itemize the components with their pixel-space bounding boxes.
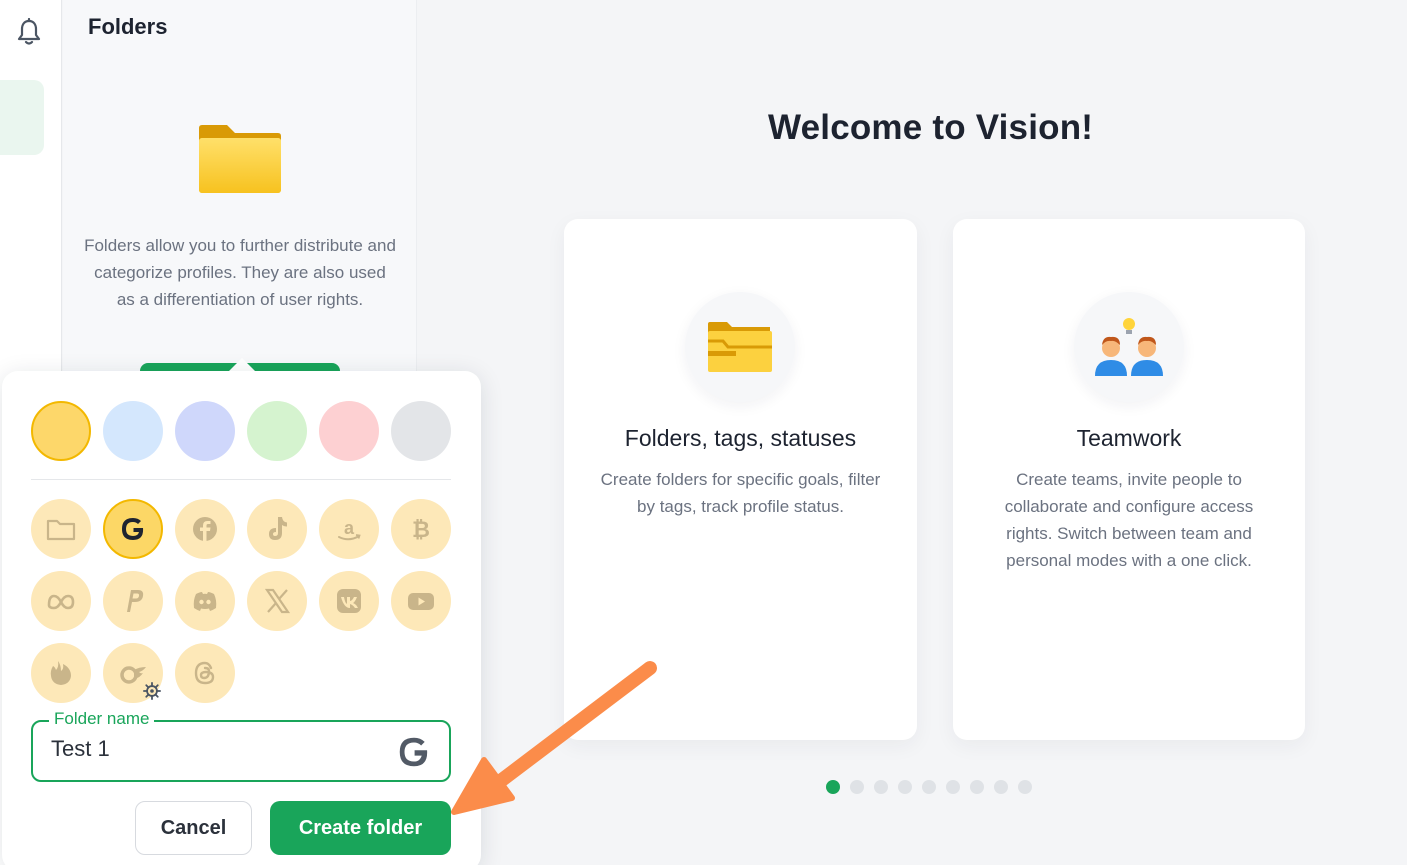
paypal-icon [127, 590, 144, 612]
tinder-icon [50, 661, 71, 685]
threads-icon-option[interactable] [175, 643, 235, 703]
amazon-icon: a [338, 518, 361, 541]
meta-icon [47, 594, 75, 610]
discord-icon [193, 592, 217, 611]
google-icon [122, 518, 144, 540]
card-title: Teamwork [1076, 425, 1182, 451]
carousel-dot[interactable] [994, 780, 1008, 794]
vk-icon [337, 589, 361, 613]
panel-description: Folders allow you to further distribute … [84, 236, 396, 309]
card-description: Create folders for specific goals, filte… [600, 470, 881, 516]
create-folder-popup: a ₿ Folder name Cancel Create [2, 371, 481, 865]
cancel-button[interactable]: Cancel [135, 801, 252, 855]
bell-icon[interactable] [16, 18, 42, 46]
carousel-dot[interactable] [1018, 780, 1032, 794]
card-icon-circle [1074, 292, 1184, 402]
bitcoin-icon: ₿ [412, 517, 430, 542]
color-swatch-indigo[interactable] [175, 401, 235, 461]
paypal-icon-option[interactable] [103, 571, 163, 631]
rail-active-item[interactable] [0, 80, 44, 155]
svg-text:₿: ₿ [412, 517, 430, 542]
google-icon [399, 737, 428, 767]
card-title: Folders, tags, statuses [624, 425, 857, 451]
color-swatch-blue[interactable] [103, 401, 163, 461]
popup-caret [228, 358, 256, 372]
welcome-title: Welcome to Vision! [768, 108, 1094, 147]
team-icon [1095, 318, 1163, 376]
discord-icon-option[interactable] [175, 571, 235, 631]
color-swatch-yellow[interactable] [31, 401, 91, 461]
carousel-dot[interactable] [826, 780, 840, 794]
annotation-arrow [451, 661, 657, 815]
folder-icon-option[interactable] [31, 499, 91, 559]
panel-title: Folders [88, 14, 168, 39]
amazon-icon-option[interactable]: a [319, 499, 379, 559]
x-icon-option[interactable] [247, 571, 307, 631]
threads-icon [194, 661, 215, 685]
carousel-dot[interactable] [898, 780, 912, 794]
carousel-dot[interactable] [946, 780, 960, 794]
svg-text:a: a [344, 518, 355, 538]
facebook-icon-option[interactable] [175, 499, 235, 559]
color-swatch-pink[interactable] [319, 401, 379, 461]
folder-icon [46, 519, 76, 541]
tinder-icon-option[interactable] [31, 643, 91, 703]
vk-icon-option[interactable] [319, 571, 379, 631]
carousel-dot[interactable] [922, 780, 936, 794]
color-swatch-green[interactable] [247, 401, 307, 461]
card-description: Create teams, invite people to collabora… [1004, 470, 1254, 570]
carousel-dots [826, 780, 1032, 794]
folder-name-label: Folder name [49, 709, 155, 729]
meta-icon-option[interactable] [31, 571, 91, 631]
youtube-icon-option[interactable] [391, 571, 451, 631]
x-icon [264, 588, 291, 614]
tiktok-icon [269, 517, 287, 540]
folder-name-input[interactable] [51, 736, 371, 762]
google-icon-option[interactable] [103, 499, 163, 559]
create-folder-button[interactable]: Create folder [270, 801, 451, 855]
folders-icon [708, 322, 772, 372]
popup-divider [31, 479, 451, 480]
youtube-icon [408, 593, 434, 610]
gear-icon[interactable] [143, 682, 161, 700]
feature-card-teamwork: Teamwork Create teams, invite people to … [953, 219, 1305, 740]
color-swatch-gray[interactable] [391, 401, 451, 461]
bitcoin-icon-option[interactable]: ₿ [391, 499, 451, 559]
carousel-dot[interactable] [874, 780, 888, 794]
card-icon-circle [685, 292, 795, 402]
facebook-icon [193, 517, 217, 541]
tiktok-icon-option[interactable] [247, 499, 307, 559]
carousel-dot[interactable] [970, 780, 984, 794]
folder-illustration-icon [199, 125, 281, 193]
folder-name-field[interactable]: Folder name [31, 709, 451, 782]
carousel-dot[interactable] [850, 780, 864, 794]
